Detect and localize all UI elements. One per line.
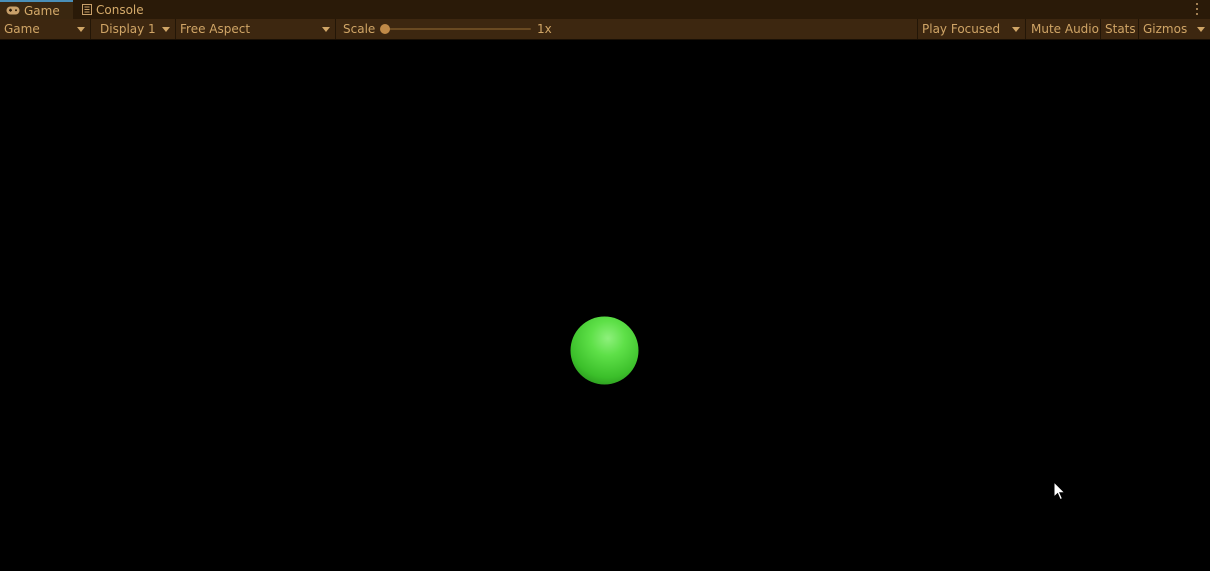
tab-console[interactable]: Console <box>82 0 152 19</box>
chevron-down-icon <box>77 27 85 32</box>
gizmos-dropdown[interactable]: Gizmos <box>1139 19 1210 39</box>
tab-game[interactable]: Game <box>0 0 73 19</box>
tab-bar: Game Console <box>0 0 1210 19</box>
kebab-menu-icon[interactable] <box>1192 2 1202 16</box>
mouse-cursor-icon <box>1053 481 1067 501</box>
mute-audio-label: Mute Audio <box>1031 22 1099 36</box>
tab-game-label: Game <box>24 3 60 18</box>
display-dropdown-label: Display 1 <box>100 22 156 36</box>
display-dropdown[interactable]: Display 1 <box>96 19 176 39</box>
aspect-dropdown-label: Free Aspect <box>180 22 251 36</box>
game-viewport[interactable] <box>0 40 1210 571</box>
aspect-dropdown[interactable]: Free Aspect <box>176 19 336 39</box>
game-toolbar: Game Display 1 Free Aspect Scale 1x Play… <box>0 19 1210 40</box>
scale-slider-handle[interactable] <box>380 24 390 34</box>
chevron-down-icon <box>322 27 330 32</box>
tab-console-label: Console <box>96 2 144 17</box>
play-mode-dropdown[interactable]: Play Focused <box>917 19 1026 39</box>
mute-audio-button[interactable]: Mute Audio <box>1027 19 1101 39</box>
chevron-down-icon <box>1197 27 1205 32</box>
scale-value: 1x <box>537 22 552 36</box>
chevron-down-icon <box>1012 27 1020 32</box>
console-icon <box>82 4 92 15</box>
view-dropdown[interactable]: Game <box>0 19 91 39</box>
scale-control: Scale 1x <box>339 19 559 39</box>
chevron-down-icon <box>162 27 170 32</box>
scale-slider-track[interactable] <box>385 28 531 30</box>
green-sphere <box>570 316 639 385</box>
stats-label: Stats <box>1105 22 1136 36</box>
gizmos-label: Gizmos <box>1143 22 1188 36</box>
gamepad-icon <box>6 6 20 15</box>
play-mode-dropdown-label: Play Focused <box>922 22 1001 36</box>
view-dropdown-label: Game <box>4 22 40 36</box>
game-window: Game Console Game Display 1 Free Aspect … <box>0 0 1210 571</box>
scale-label: Scale <box>343 22 376 36</box>
stats-button[interactable]: Stats <box>1101 19 1139 39</box>
